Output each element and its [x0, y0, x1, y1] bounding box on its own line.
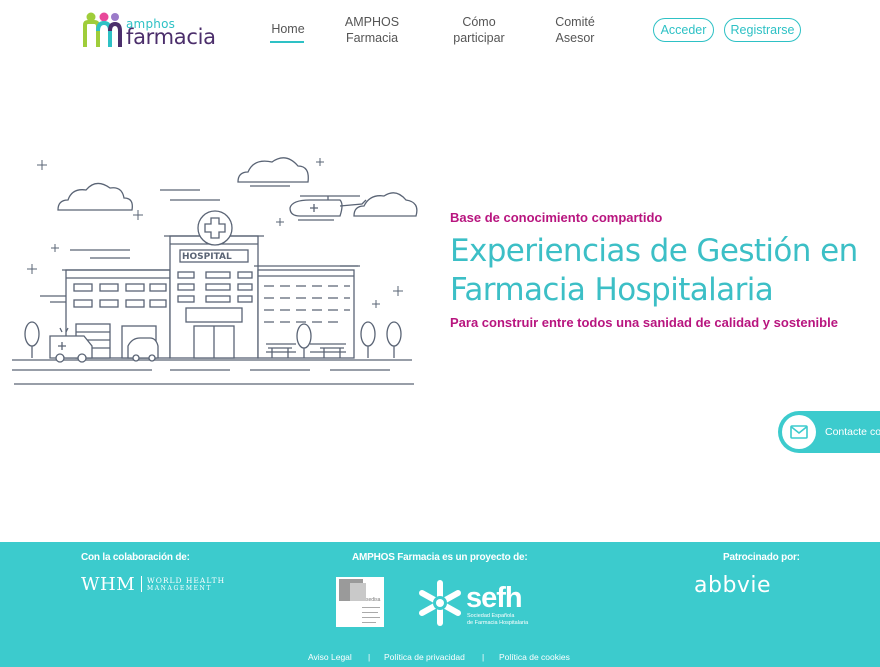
collab-heading: Con la colaboración de: [81, 552, 190, 563]
nav-comite-asesor[interactable]: Comité Asesor [546, 14, 604, 46]
hero-title: Experiencias de Gestión en Farmacia Hosp… [450, 232, 870, 310]
mail-icon [790, 425, 808, 439]
sefh-star-icon [419, 580, 461, 626]
contact-label: Contacte co [825, 426, 880, 438]
nav-comite-line2: Asesor [555, 31, 595, 45]
abbvie-logo[interactable]: abbvie [694, 573, 771, 598]
nav-amphos-farmacia[interactable]: AMPHOS Farmacia [340, 14, 404, 46]
nav-como-line2: participar [453, 31, 505, 45]
sefh-sub2: de Farmacia Hospitalaria [467, 620, 529, 626]
project-heading: AMPHOS Farmacia es un proyecto de: [352, 552, 528, 563]
nav-como-line1: Cómo [462, 15, 496, 29]
nav-amphos-line1: AMPHOS [344, 15, 400, 29]
nav-como-participar[interactable]: Cómo participar [448, 14, 510, 46]
contact-tab[interactable]: Contacte co [778, 411, 880, 453]
sedisa-logo[interactable]: sedisa [336, 577, 384, 627]
hero-title-line1: Experiencias de Gestión en [450, 233, 858, 269]
hero-title-line2: Farmacia Hospitalaria [450, 272, 774, 308]
whm-line1: WORLD HEALTH [147, 576, 226, 585]
logo-big-text: farmacia [126, 25, 216, 49]
whm-abbr: WHM [81, 574, 136, 595]
sedisa-name: sedisa [366, 597, 381, 603]
link-separator: | [368, 652, 371, 662]
privacidad-link[interactable]: Política de privacidad [384, 652, 465, 662]
sedisa-rule [362, 607, 380, 608]
sedisa-rule [362, 617, 380, 618]
sedisa-rule [362, 612, 378, 613]
link-separator: | [482, 652, 485, 662]
hero-kicker: Base de conocimiento compartido [450, 210, 663, 225]
hero-subtitle: Para construir entre todos una sanidad d… [450, 315, 838, 330]
nav-comite-line1: Comité [555, 15, 595, 29]
sedisa-rule [362, 622, 376, 623]
nav-amphos-line2: Farmacia [345, 31, 399, 45]
sefh-word: sefh [466, 582, 523, 614]
whm-line2: MANAGEMENT [147, 585, 213, 592]
sefh-logo[interactable]: sefh Sociedad Española de Farmacia Hospi… [416, 575, 556, 631]
cloud-left-icon [57, 182, 133, 211]
cookies-link[interactable]: Política de cookies [499, 652, 570, 662]
sedisa-mark-overlay [350, 583, 366, 601]
hospital-sign: HOSPITAL [182, 252, 232, 262]
amphos-farmacia-logo[interactable]: amphos farmacia [82, 8, 222, 52]
site-header: amphos farmacia Home AMPHOS Farmacia Cóm… [0, 0, 880, 64]
whm-logo[interactable]: WHM WORLD HEALTH MANAGEMENT [81, 574, 241, 596]
sefh-sub1: Sociedad Española [467, 613, 515, 619]
cloud-right-icon [353, 192, 418, 217]
car-icon [127, 337, 159, 362]
cloud-top-icon [237, 157, 309, 183]
nav-home-label: Home [271, 22, 305, 36]
acceder-button[interactable]: Acceder [653, 18, 714, 42]
site-footer: Con la colaboración de: AMPHOS Farmacia … [0, 542, 880, 667]
hospital-tower [164, 210, 264, 359]
sponsor-heading: Patrocinado por: [723, 552, 800, 563]
hospital-illustration: HOSPITAL [12, 157, 418, 385]
registrarse-button[interactable]: Registrarse [724, 18, 801, 42]
nav-active-underline [270, 41, 304, 43]
whm-divider [141, 576, 142, 592]
aviso-legal-link[interactable]: Aviso Legal [308, 652, 352, 662]
nav-home[interactable]: Home [268, 21, 308, 43]
contact-icon-circle [782, 415, 816, 449]
logo-people-icon [83, 12, 122, 47]
